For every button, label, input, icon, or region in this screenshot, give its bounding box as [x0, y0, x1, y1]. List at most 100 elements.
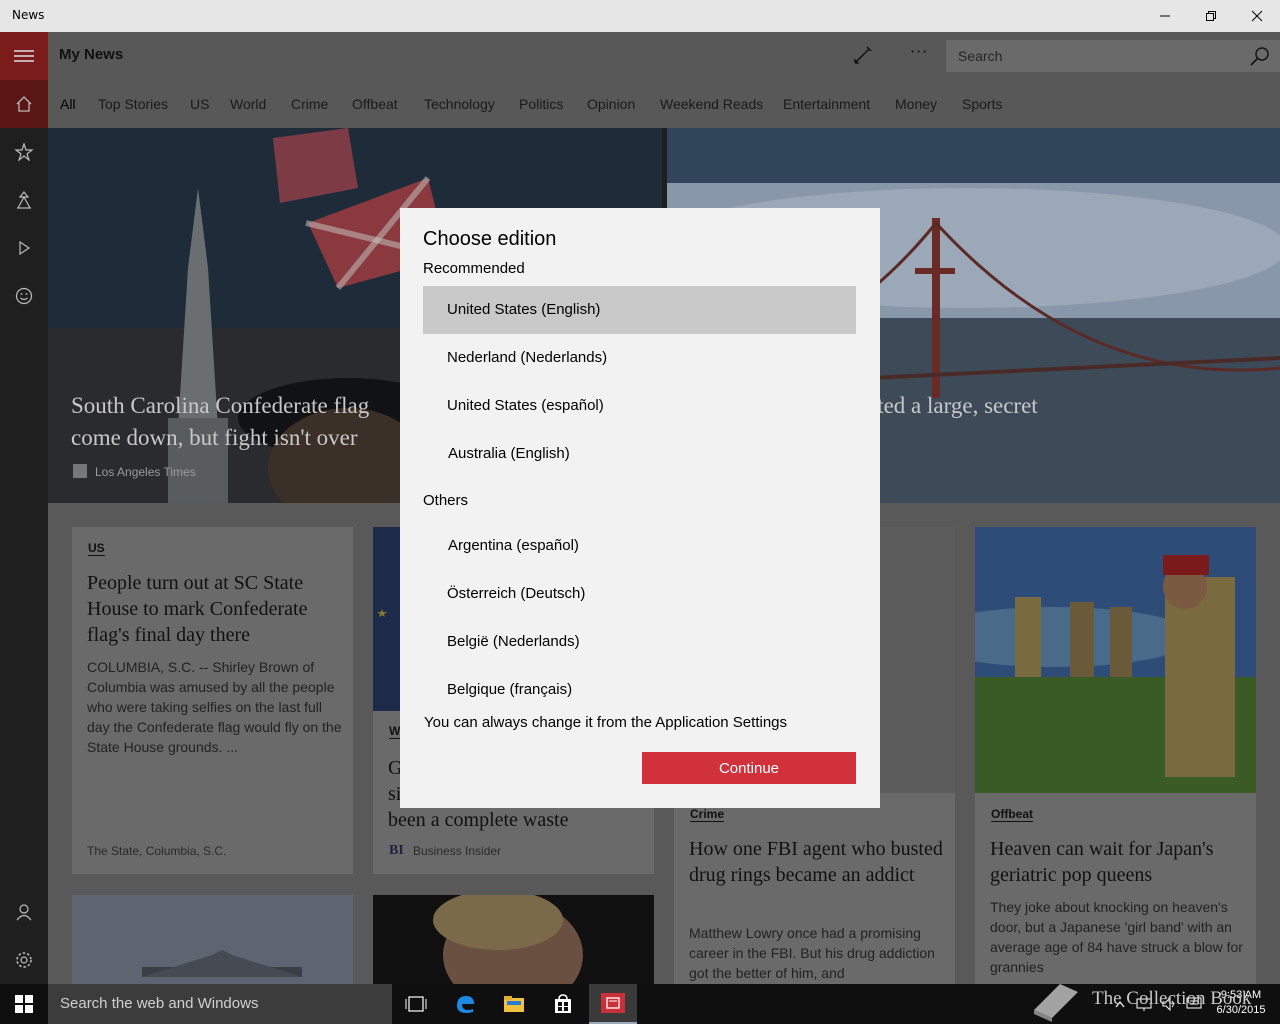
- card-headline[interactable]: People turn out at SC State House to mar…: [87, 570, 342, 648]
- card-source: The State, Columbia, S.C.: [87, 844, 227, 858]
- edition-option-nederland[interactable]: Nederland (Nederlands): [423, 334, 856, 382]
- tab-world[interactable]: World: [230, 96, 266, 112]
- tab-politics[interactable]: Politics: [519, 96, 563, 112]
- nav-local[interactable]: [0, 176, 48, 224]
- app-header: My News ···: [48, 32, 1280, 80]
- news-card-us[interactable]: US People turn out at SC State House to …: [72, 527, 353, 874]
- card-category[interactable]: US: [88, 541, 105, 556]
- others-label: Others: [423, 492, 469, 509]
- nav-video[interactable]: [0, 224, 48, 272]
- edition-option-belgie[interactable]: België (Nederlands): [423, 618, 856, 666]
- close-icon: [1251, 10, 1263, 22]
- edit-button[interactable]: [852, 44, 874, 70]
- edition-option-united-states-english[interactable]: United States (English): [423, 286, 856, 334]
- restore-button[interactable]: [1188, 0, 1234, 32]
- card-headline[interactable]: Heaven can wait for Japan's geriatric po…: [990, 836, 1245, 888]
- hero-left-headline-line1: South Carolina Confederate flag: [71, 393, 370, 418]
- tab-money[interactable]: Money: [895, 96, 937, 112]
- hero-right-headline[interactable]: cted a large, secret t: [867, 390, 1038, 454]
- hero-left-headline-line2: come down, but fight isn't over: [71, 425, 358, 450]
- smiley-icon: [15, 287, 33, 305]
- edition-option-australia[interactable]: Australia (English): [423, 430, 856, 478]
- user-icon: [16, 904, 32, 921]
- edge-icon: [457, 996, 474, 1013]
- tab-us[interactable]: US: [190, 96, 209, 112]
- taskbar: Search the web and Windows 9:53 AM 6/30/…: [0, 984, 1280, 1024]
- nav-home[interactable]: [0, 80, 48, 128]
- search-input[interactable]: [946, 40, 1236, 72]
- hero-right-headline-line1: cted a large, secret: [867, 393, 1038, 418]
- search-icon: [1250, 47, 1269, 66]
- task-view-button[interactable]: [392, 984, 440, 1024]
- edition-option-osterreich[interactable]: Österreich (Deutsch): [423, 570, 856, 618]
- continue-button[interactable]: Continue: [642, 752, 856, 784]
- more-button[interactable]: ···: [910, 42, 928, 61]
- card-image: [975, 527, 1256, 793]
- news-taskbar-button[interactable]: [589, 984, 637, 1024]
- watermark-text: The Collection Book: [1092, 988, 1252, 1009]
- card-category[interactable]: W: [389, 724, 401, 739]
- home-icon: [16, 96, 32, 112]
- tab-all[interactable]: All: [60, 96, 76, 112]
- more-icon: ···: [910, 42, 929, 61]
- minimize-icon: [1160, 15, 1170, 17]
- taskbar-search[interactable]: Search the web and Windows: [48, 984, 392, 1024]
- store-button[interactable]: [539, 984, 587, 1024]
- card-source: Business Insider: [413, 844, 502, 858]
- edition-option-argentina[interactable]: Argentina (español): [423, 522, 856, 570]
- file-explorer-button[interactable]: [490, 984, 538, 1024]
- nav-account[interactable]: [0, 888, 48, 936]
- edition-option-belgique[interactable]: Belgique (français): [423, 666, 856, 714]
- start-button[interactable]: [0, 984, 48, 1024]
- landmark-icon: [17, 191, 31, 209]
- hero-left-headline[interactable]: South Carolina Confederate flag come dow…: [71, 390, 369, 454]
- card-image: [373, 895, 654, 984]
- tab-technology[interactable]: Technology: [424, 96, 495, 112]
- category-tabs: All Top Stories US World Crime Offbeat T…: [48, 80, 1280, 128]
- nav-settings[interactable]: [0, 936, 48, 984]
- pencil-icon: [854, 46, 872, 64]
- news-card-plane[interactable]: [72, 895, 353, 984]
- news-card-offbeat[interactable]: Offbeat Heaven can wait for Japan's geri…: [975, 527, 1256, 984]
- nav-favorites[interactable]: [0, 128, 48, 176]
- card-headline[interactable]: How one FBI agent who busted drug rings …: [689, 836, 944, 888]
- task-view-icon: [405, 996, 427, 1012]
- source-logo: BI: [389, 843, 404, 858]
- windows-logo-icon: [15, 995, 33, 1013]
- watermark-book-icon: [1034, 984, 1078, 1022]
- hero-left-source: Los Angeles Times: [95, 465, 196, 479]
- card-headline-line3: been a complete waste: [388, 809, 569, 831]
- tab-opinion[interactable]: Opinion: [587, 96, 635, 112]
- news-app-icon: [601, 993, 625, 1013]
- close-button[interactable]: [1234, 0, 1280, 32]
- folder-icon: [504, 996, 524, 1012]
- nav-rail: [0, 32, 48, 984]
- search-button[interactable]: [1250, 46, 1270, 70]
- page-title: My News: [59, 46, 124, 63]
- restore-icon: [1206, 11, 1216, 21]
- search-box[interactable]: [946, 40, 1280, 72]
- source-logo: [73, 464, 87, 478]
- card-category[interactable]: Crime: [690, 807, 725, 822]
- nav-feedback[interactable]: [0, 272, 48, 320]
- tab-offbeat[interactable]: Offbeat: [352, 96, 398, 112]
- tab-top-stories[interactable]: Top Stories: [98, 96, 168, 112]
- card-category[interactable]: Offbeat: [991, 807, 1033, 822]
- gear-icon: [16, 952, 32, 968]
- hamburger-button[interactable]: [0, 32, 48, 80]
- tab-sports[interactable]: Sports: [962, 96, 1002, 112]
- tab-entertainment[interactable]: Entertainment: [783, 96, 870, 112]
- edition-option-united-states-espanol[interactable]: United States (español): [423, 382, 856, 430]
- tab-crime[interactable]: Crime: [291, 96, 328, 112]
- recommended-label: Recommended: [423, 260, 525, 277]
- hero-right-headline-line2: t: [867, 422, 1038, 454]
- news-card-portrait[interactable]: [373, 895, 654, 984]
- card-summary: Matthew Lowry once had a promising caree…: [689, 925, 935, 981]
- choose-edition-dialog: Choose edition Recommended United States…: [400, 208, 880, 808]
- dialog-title: Choose edition: [423, 228, 557, 250]
- edge-taskbar-button[interactable]: [441, 984, 489, 1024]
- card-summary: They joke about knocking on heaven's doo…: [990, 899, 1243, 975]
- tab-weekend-reads[interactable]: Weekend Reads: [660, 96, 763, 112]
- settings-note: You can always change it from the Applic…: [424, 714, 788, 731]
- minimize-button[interactable]: [1142, 0, 1188, 32]
